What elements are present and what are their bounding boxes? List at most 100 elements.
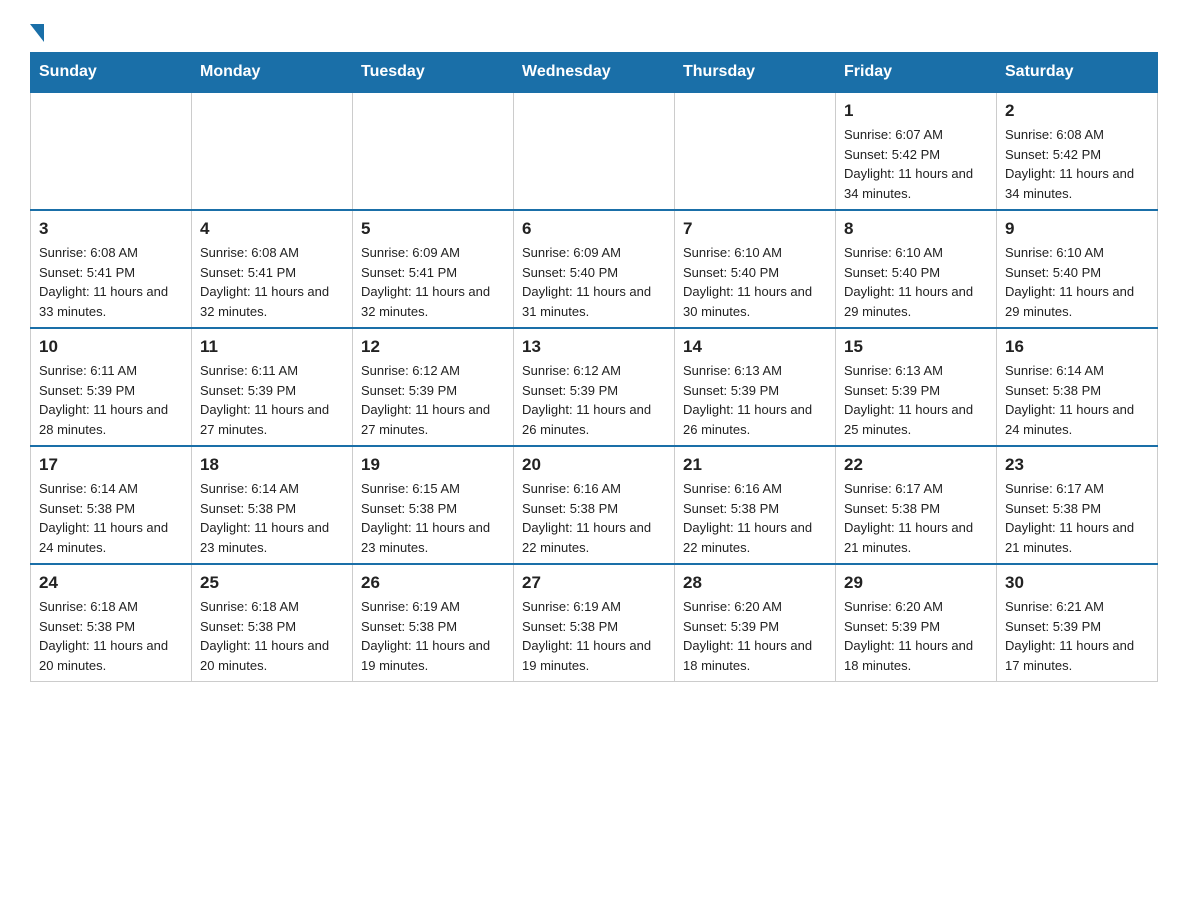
calendar-cell [31,92,192,210]
day-info: Sunrise: 6:20 AM Sunset: 5:39 PM Dayligh… [683,597,827,675]
page-header [30,20,1158,42]
logo-arrow-icon [30,24,44,42]
weekday-header-thursday: Thursday [675,53,836,93]
day-info: Sunrise: 6:18 AM Sunset: 5:38 PM Dayligh… [200,597,344,675]
day-info: Sunrise: 6:14 AM Sunset: 5:38 PM Dayligh… [1005,361,1149,439]
day-info: Sunrise: 6:09 AM Sunset: 5:40 PM Dayligh… [522,243,666,321]
day-info: Sunrise: 6:14 AM Sunset: 5:38 PM Dayligh… [39,479,183,557]
day-number: 9 [1005,219,1149,239]
day-info: Sunrise: 6:12 AM Sunset: 5:39 PM Dayligh… [361,361,505,439]
calendar-cell [353,92,514,210]
calendar-cell [514,92,675,210]
day-number: 6 [522,219,666,239]
calendar-cell: 25 Sunrise: 6:18 AM Sunset: 5:38 PM Dayli… [192,564,353,682]
day-number: 2 [1005,101,1149,121]
calendar-cell: 7 Sunrise: 6:10 AM Sunset: 5:40 PM Daylig… [675,210,836,328]
day-number: 14 [683,337,827,357]
calendar-week-row: 3 Sunrise: 6:08 AM Sunset: 5:41 PM Daylig… [31,210,1158,328]
day-number: 16 [1005,337,1149,357]
calendar-cell [675,92,836,210]
day-info: Sunrise: 6:11 AM Sunset: 5:39 PM Dayligh… [200,361,344,439]
calendar-cell: 30Sunrise: 6:21 AM Sunset: 5:39 PM Dayli… [997,564,1158,682]
day-number: 4 [200,219,344,239]
weekday-header-wednesday: Wednesday [514,53,675,93]
calendar-cell: 10Sunrise: 6:11 AM Sunset: 5:39 PM Dayli… [31,328,192,446]
calendar-week-row: 17 Sunrise: 6:14 AM Sunset: 5:38 PM Dayli… [31,446,1158,564]
day-info: Sunrise: 6:17 AM Sunset: 5:38 PM Dayligh… [844,479,988,557]
calendar-cell: 26 Sunrise: 6:19 AM Sunset: 5:38 PM Dayli… [353,564,514,682]
day-info: Sunrise: 6:09 AM Sunset: 5:41 PM Dayligh… [361,243,505,321]
day-info: Sunrise: 6:16 AM Sunset: 5:38 PM Dayligh… [683,479,827,557]
calendar-cell: 11 Sunrise: 6:11 AM Sunset: 5:39 PM Dayli… [192,328,353,446]
day-info: Sunrise: 6:20 AM Sunset: 5:39 PM Dayligh… [844,597,988,675]
calendar-cell: 5 Sunrise: 6:09 AM Sunset: 5:41 PM Daylig… [353,210,514,328]
calendar-cell: 14 Sunrise: 6:13 AM Sunset: 5:39 PM Dayli… [675,328,836,446]
day-info: Sunrise: 6:17 AM Sunset: 5:38 PM Dayligh… [1005,479,1149,557]
day-number: 10 [39,337,183,357]
calendar-cell: 2 Sunrise: 6:08 AM Sunset: 5:42 PM Daylig… [997,92,1158,210]
calendar-cell [192,92,353,210]
day-info: Sunrise: 6:10 AM Sunset: 5:40 PM Dayligh… [1005,243,1149,321]
logo [30,20,44,42]
calendar-week-row: 10 Sunrise: 6:11 AM Sunset: 5:39 PM Dayli… [31,328,1158,446]
day-info: Sunrise: 6:08 AM Sunset: 5:42 PM Dayligh… [1005,125,1149,203]
calendar-cell: 9 Sunrise: 6:10 AM Sunset: 5:40 PM Daylig… [997,210,1158,328]
day-number: 1 [844,101,988,121]
day-info: Sunrise: 6:15 AM Sunset: 5:38 PM Dayligh… [361,479,505,557]
day-number: 18 [200,455,344,475]
calendar-cell: 1 Sunrise: 6:07 AM Sunset: 5:42 PM Daylig… [836,92,997,210]
day-number: 22 [844,455,988,475]
day-number: 25 [200,573,344,593]
calendar-cell: 23Sunrise: 6:17 AM Sunset: 5:38 PM Dayli… [997,446,1158,564]
day-number: 15 [844,337,988,357]
calendar-cell: 22 Sunrise: 6:17 AM Sunset: 5:38 PM Dayli… [836,446,997,564]
calendar-cell: 16 Sunrise: 6:14 AM Sunset: 5:38 PM Dayli… [997,328,1158,446]
weekday-header-friday: Friday [836,53,997,93]
day-number: 8 [844,219,988,239]
day-number: 7 [683,219,827,239]
weekday-header-tuesday: Tuesday [353,53,514,93]
calendar-cell: 15Sunrise: 6:13 AM Sunset: 5:39 PM Dayli… [836,328,997,446]
day-number: 17 [39,455,183,475]
calendar-cell: 12 Sunrise: 6:12 AM Sunset: 5:39 PM Dayli… [353,328,514,446]
calendar-week-row: 24 Sunrise: 6:18 AM Sunset: 5:38 PM Dayli… [31,564,1158,682]
day-number: 19 [361,455,505,475]
day-info: Sunrise: 6:08 AM Sunset: 5:41 PM Dayligh… [39,243,183,321]
calendar-cell: 6 Sunrise: 6:09 AM Sunset: 5:40 PM Daylig… [514,210,675,328]
calendar-cell: 20Sunrise: 6:16 AM Sunset: 5:38 PM Dayli… [514,446,675,564]
day-info: Sunrise: 6:16 AM Sunset: 5:38 PM Dayligh… [522,479,666,557]
day-info: Sunrise: 6:10 AM Sunset: 5:40 PM Dayligh… [844,243,988,321]
day-info: Sunrise: 6:18 AM Sunset: 5:38 PM Dayligh… [39,597,183,675]
day-number: 3 [39,219,183,239]
calendar-table: SundayMondayTuesdayWednesdayThursdayFrid… [30,52,1158,682]
weekday-header-monday: Monday [192,53,353,93]
day-number: 28 [683,573,827,593]
calendar-cell: 8 Sunrise: 6:10 AM Sunset: 5:40 PM Daylig… [836,210,997,328]
day-number: 26 [361,573,505,593]
calendar-cell: 19 Sunrise: 6:15 AM Sunset: 5:38 PM Dayli… [353,446,514,564]
calendar-week-row: 1 Sunrise: 6:07 AM Sunset: 5:42 PM Daylig… [31,92,1158,210]
calendar-cell: 17 Sunrise: 6:14 AM Sunset: 5:38 PM Dayli… [31,446,192,564]
calendar-cell: 28 Sunrise: 6:20 AM Sunset: 5:39 PM Dayli… [675,564,836,682]
day-info: Sunrise: 6:12 AM Sunset: 5:39 PM Dayligh… [522,361,666,439]
day-number: 21 [683,455,827,475]
calendar-cell: 18 Sunrise: 6:14 AM Sunset: 5:38 PM Dayli… [192,446,353,564]
calendar-header-row: SundayMondayTuesdayWednesdayThursdayFrid… [31,53,1158,93]
calendar-cell: 24 Sunrise: 6:18 AM Sunset: 5:38 PM Dayli… [31,564,192,682]
calendar-cell: 3 Sunrise: 6:08 AM Sunset: 5:41 PM Daylig… [31,210,192,328]
day-info: Sunrise: 6:14 AM Sunset: 5:38 PM Dayligh… [200,479,344,557]
day-number: 5 [361,219,505,239]
day-info: Sunrise: 6:10 AM Sunset: 5:40 PM Dayligh… [683,243,827,321]
day-number: 24 [39,573,183,593]
day-number: 13 [522,337,666,357]
day-number: 12 [361,337,505,357]
day-number: 11 [200,337,344,357]
day-info: Sunrise: 6:08 AM Sunset: 5:41 PM Dayligh… [200,243,344,321]
calendar-cell: 13 Sunrise: 6:12 AM Sunset: 5:39 PM Dayli… [514,328,675,446]
day-info: Sunrise: 6:19 AM Sunset: 5:38 PM Dayligh… [361,597,505,675]
weekday-header-sunday: Sunday [31,53,192,93]
day-info: Sunrise: 6:19 AM Sunset: 5:38 PM Dayligh… [522,597,666,675]
day-number: 29 [844,573,988,593]
day-info: Sunrise: 6:13 AM Sunset: 5:39 PM Dayligh… [683,361,827,439]
day-info: Sunrise: 6:07 AM Sunset: 5:42 PM Dayligh… [844,125,988,203]
